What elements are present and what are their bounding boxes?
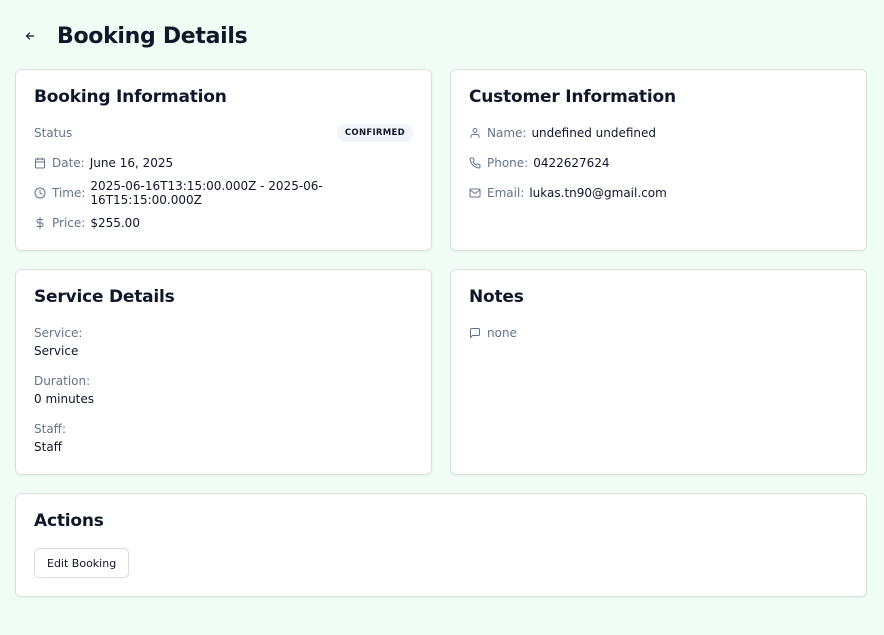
booking-information-title: Booking Information — [34, 87, 227, 107]
service-label: Service: — [34, 326, 83, 340]
phone-value: 0422627624 — [533, 156, 610, 170]
status-badge: CONFIRMED — [336, 124, 413, 142]
actions-title: Actions — [34, 511, 104, 531]
page-header: Booking Details — [16, 18, 248, 54]
email-row: Email: lukas.tn90@gmail.com — [469, 184, 848, 202]
name-value: undefined undefined — [531, 126, 657, 140]
notes-card: Notes none — [450, 269, 867, 475]
message-icon — [469, 327, 481, 339]
date-row: Date: June 16, 2025 — [34, 154, 413, 172]
email-value[interactable]: lukas.tn90@gmail.com — [529, 186, 666, 200]
customer-information-card: Customer Information Name: undefined und… — [450, 69, 867, 251]
duration-value: 0 minutes — [34, 392, 95, 406]
date-value: June 16, 2025 — [89, 156, 174, 170]
time-row: Time: 2025-06-16T13:15:00.000Z - 2025-06… — [34, 179, 413, 207]
service-value: Service — [34, 344, 79, 358]
phone-icon — [469, 157, 481, 169]
customer-information-title: Customer Information — [469, 87, 676, 107]
price-row: Price: $255.00 — [34, 214, 413, 232]
phone-label: Phone: — [487, 156, 529, 170]
calendar-icon — [34, 157, 46, 169]
mail-icon — [469, 187, 481, 199]
actions-card: Actions Edit Booking — [15, 493, 867, 597]
service-details-card: Service Details Service: Service Duratio… — [15, 269, 432, 475]
status-label: Status — [34, 126, 73, 140]
notes-title: Notes — [469, 287, 524, 307]
notes-row: none — [469, 324, 848, 342]
staff-value: Staff — [34, 440, 62, 454]
user-icon — [469, 127, 481, 139]
status-row: Status CONFIRMED — [34, 124, 413, 142]
booking-information-card: Booking Information Status CONFIRMED Dat… — [15, 69, 432, 251]
staff-label: Staff: — [34, 422, 66, 436]
phone-row: Phone: 0422627624 — [469, 154, 848, 172]
arrow-left-icon — [25, 32, 35, 40]
time-value: 2025-06-16T13:15:00.000Z - 2025-06-16T15… — [90, 179, 323, 207]
email-label: Email: — [487, 186, 525, 200]
price-value: $255.00 — [90, 216, 140, 230]
time-label: Time: — [52, 186, 86, 200]
edit-booking-button[interactable]: Edit Booking — [34, 548, 130, 578]
name-label: Name: — [487, 126, 527, 140]
price-label: Price: — [52, 216, 86, 230]
back-button[interactable] — [16, 22, 44, 50]
duration-label: Duration: — [34, 374, 91, 388]
dollar-icon — [34, 217, 46, 229]
page-title: Booking Details — [57, 23, 248, 49]
service-details-title: Service Details — [34, 287, 175, 307]
name-row: Name: undefined undefined — [469, 124, 848, 142]
date-label: Date: — [52, 156, 85, 170]
notes-value: none — [487, 326, 517, 340]
clock-icon — [34, 187, 46, 199]
